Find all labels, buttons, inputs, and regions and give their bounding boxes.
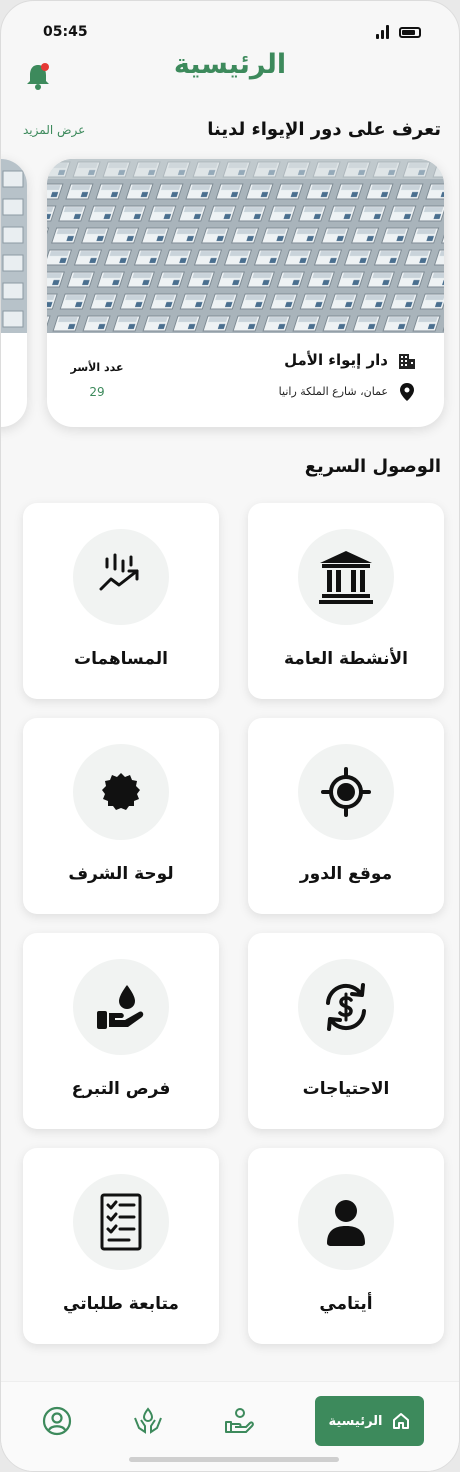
page-title: الرئيسية xyxy=(173,49,287,80)
shelter-address: عمان، شارع الملكة رانيا xyxy=(278,385,388,398)
tile-honor-board[interactable]: لوحة الشرف xyxy=(23,718,219,914)
phone-screen: 05:45 الرئيسية تعرف على دور الإيواء لدين… xyxy=(0,0,460,1472)
families-count-value: 29 xyxy=(89,385,105,399)
badge-seal-icon xyxy=(102,773,140,810)
tile-my-orphans[interactable]: أيتامي xyxy=(248,1148,444,1344)
status-icons xyxy=(376,25,421,39)
tile-label: المساهمات xyxy=(74,649,168,669)
bank-icon xyxy=(319,551,373,604)
tile-donation-opportunities[interactable]: فرص التبرع xyxy=(23,933,219,1129)
see-more-link[interactable]: عرض المزيد xyxy=(23,123,85,137)
tile-track-requests[interactable]: متابعة طلباتي xyxy=(23,1148,219,1344)
signal-icon xyxy=(376,25,389,39)
tile-icon-circle xyxy=(73,744,169,840)
tile-icon-circle xyxy=(73,959,169,1055)
donate-icon[interactable] xyxy=(224,1406,254,1436)
tile-label: متابعة طلباتي xyxy=(63,1294,179,1314)
home-nav-button[interactable]: الرئيسية xyxy=(315,1396,424,1446)
shelters-section-title: تعرف على دور الإيواء لدينا xyxy=(207,119,441,140)
tile-icon-circle xyxy=(298,744,394,840)
tile-label: لوحة الشرف xyxy=(68,864,174,884)
tile-label: أيتامي xyxy=(319,1294,373,1314)
tile-shelter-locations[interactable]: موقع الدور xyxy=(248,718,444,914)
building-icon xyxy=(399,354,415,369)
tile-icon-circle xyxy=(73,1174,169,1270)
dollar-exchange-icon xyxy=(326,983,366,1031)
user-icon xyxy=(327,1200,365,1246)
quick-access-title: الوصول السريع xyxy=(304,456,441,477)
home-nav-label: الرئيسية xyxy=(328,1413,383,1429)
profile-icon[interactable] xyxy=(42,1406,72,1436)
notification-bell-icon[interactable] xyxy=(25,61,51,91)
tile-label: الأنشطة العامة xyxy=(284,649,408,669)
tile-icon-circle xyxy=(73,529,169,625)
tile-icon-circle xyxy=(298,959,394,1055)
families-count-label: عدد الأسر xyxy=(70,361,124,374)
shelter-name: دار إيواء الأمل xyxy=(284,351,388,369)
target-location-icon xyxy=(321,767,371,817)
battery-icon xyxy=(399,26,421,38)
tile-label: موقع الدور xyxy=(299,864,393,884)
shelter-card-peek[interactable] xyxy=(1,159,27,427)
home-icon xyxy=(392,1413,409,1429)
donation-hand-icon xyxy=(97,985,144,1029)
location-pin-icon xyxy=(400,383,414,401)
tile-icon-circle xyxy=(298,529,394,625)
tile-contributions[interactable]: المساهمات xyxy=(23,503,219,699)
shelter-photo-peek xyxy=(1,159,27,333)
tile-label: الاحتياجات xyxy=(302,1079,390,1099)
checklist-icon xyxy=(100,1193,142,1251)
care-hands-icon[interactable] xyxy=(133,1406,163,1436)
tile-label: فرص التبرع xyxy=(71,1079,171,1099)
tile-general-activities[interactable]: الأنشطة العامة xyxy=(248,503,444,699)
home-indicator xyxy=(129,1457,339,1462)
status-time: 05:45 xyxy=(43,24,88,40)
shelter-photo xyxy=(47,159,444,333)
tile-needs[interactable]: الاحتياجات xyxy=(248,933,444,1129)
shelter-card[interactable]: دار إيواء الأمل عمان، شارع الملكة رانيا … xyxy=(47,159,444,427)
tile-icon-circle xyxy=(298,1174,394,1270)
chart-trend-icon xyxy=(99,553,139,591)
